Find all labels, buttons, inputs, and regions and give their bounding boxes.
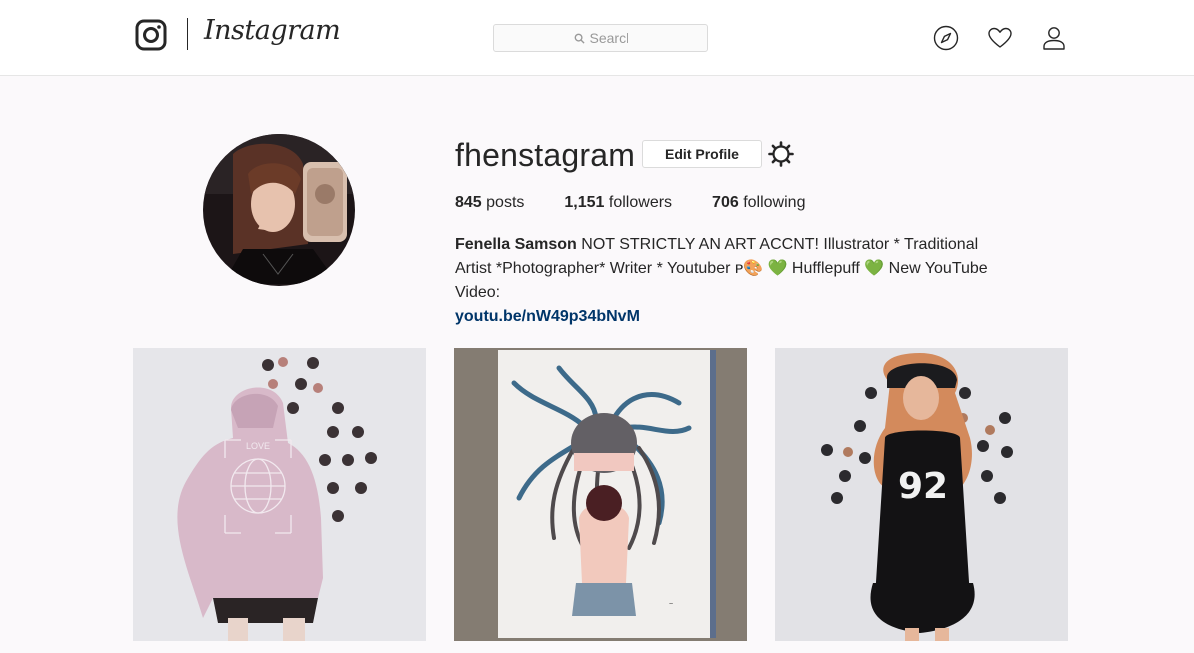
- edit-profile-button[interactable]: Edit Profile: [642, 140, 762, 168]
- profile-username: fhenstagram: [455, 137, 636, 173]
- instagram-wordmark[interactable]: Instagram: [204, 15, 341, 46]
- following-count: 706: [712, 194, 739, 211]
- followers-count: 1,151: [564, 194, 605, 211]
- instagram-glyph-icon[interactable]: [135, 19, 167, 51]
- post-thumbnail[interactable]: ~: [454, 348, 747, 641]
- svg-text:~: ~: [669, 601, 673, 608]
- hoodie-print-text: LOVE: [246, 441, 270, 451]
- posts-label: posts: [486, 194, 525, 211]
- search-icon: [574, 33, 585, 44]
- profile-full-name: Fenella Samson: [455, 236, 577, 253]
- heart-icon[interactable]: [987, 25, 1013, 51]
- search-input[interactable]: [589, 30, 628, 46]
- post-thumbnail[interactable]: 92: [775, 348, 1068, 641]
- following-label: following: [743, 194, 806, 211]
- posts-stat: 845 posts: [455, 194, 524, 212]
- followers-label: followers: [608, 194, 673, 211]
- following-stat[interactable]: 706 following: [712, 194, 805, 212]
- post-thumbnail[interactable]: LOVE: [133, 348, 426, 641]
- posts-count: 845: [455, 194, 482, 211]
- search-box[interactable]: [493, 24, 708, 52]
- person-icon[interactable]: [1041, 25, 1067, 51]
- svg-text:92: 92: [898, 466, 948, 507]
- gear-icon[interactable]: [767, 140, 795, 168]
- top-navigation-bar: Instagram: [0, 0, 1194, 76]
- compass-icon[interactable]: [933, 25, 959, 51]
- logo-divider: [187, 18, 188, 50]
- profile-avatar[interactable]: [203, 134, 355, 286]
- followers-stat[interactable]: 1,151 followers: [564, 194, 672, 212]
- profile-stats: 845 posts 1,151 followers 706 following: [455, 194, 845, 212]
- bio-link[interactable]: youtu.be/nW49p34bNvM: [455, 305, 1015, 329]
- profile-bio: Fenella Samson NOT STRICTLY AN ART ACCNT…: [455, 233, 1015, 329]
